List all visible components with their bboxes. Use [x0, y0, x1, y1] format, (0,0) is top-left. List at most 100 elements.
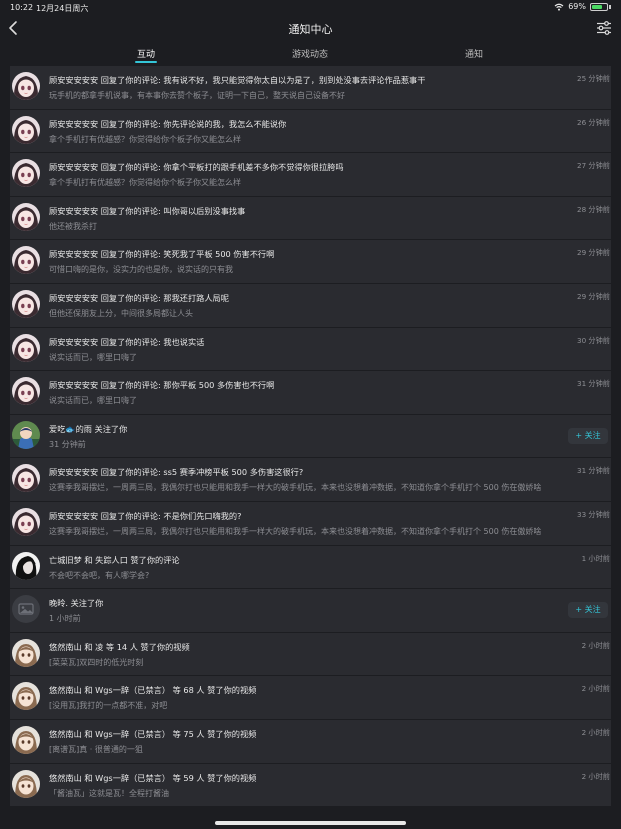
notification-row[interactable]: 晚昤. 关注了你 1 小时前 + 关注	[10, 589, 611, 633]
tab-notice[interactable]: 通知	[465, 47, 483, 60]
notification-title: 顾安安安安安 回复了你的评论: 不是你们先口嗨我的?	[49, 510, 242, 521]
notification-title: 悠然南山 和 Wgs一辞（已禁言） 等 59 人 赞了你的视频	[49, 772, 257, 783]
tab-label: 互动	[136, 50, 156, 60]
avatar[interactable]	[12, 159, 40, 188]
avatar[interactable]	[12, 769, 40, 798]
notification-subtext: 说实话而已，哪里口嗨了	[49, 396, 137, 406]
notification-time: 29 分钟前	[577, 248, 610, 258]
notification-title: 顾安安安安安 回复了你的评论: 那我还打路人局呢	[49, 292, 229, 303]
notification-subtext: 31 分钟前	[49, 439, 86, 449]
notification-subtext: 但他还保朋友上分，中间很多局都让人头	[49, 308, 193, 318]
status-right: 69%	[554, 2, 611, 11]
notification-subtext: 「酱油瓦」这就是瓦！全程打酱油	[49, 788, 169, 798]
status-time: 10:22	[10, 3, 34, 12]
header: 通知中心	[0, 16, 621, 40]
notification-subtext: [没用瓦]我打的一点都不准，对吧	[49, 701, 168, 711]
notification-subtext: [菜菜瓦]双四时的低光时刻	[49, 657, 144, 667]
notification-title: 顾安安安安安 回复了你的评论: 我也说实话	[49, 336, 205, 347]
avatar[interactable]	[12, 725, 40, 754]
notification-title: 顾安安安安安 回复了你的评论: 笑死我了平板 500 伤害不行啊	[49, 249, 275, 260]
notification-row[interactable]: 顾安安安安安 回复了你的评论: 笑死我了平板 500 伤害不行啊 可惜口嗨的是你，…	[10, 240, 611, 284]
notification-subtext: 拿个手机打有优越感？你觉得给你个板子你又能怎么样	[49, 134, 241, 144]
notification-time: 26 分钟前	[577, 117, 610, 127]
tab-label: 游戏动态	[291, 50, 329, 60]
page-title: 通知中心	[288, 23, 333, 36]
tab-active-indicator	[134, 61, 158, 63]
tab-game-updates[interactable]: 游戏动态	[292, 47, 328, 60]
notification-row[interactable]: 悠然南山 和 Wgs一辞（已禁言） 等 68 人 赞了你的视频 [没用瓦]我打的一…	[10, 676, 611, 720]
notification-time: 25 分钟前	[577, 74, 610, 83]
notification-row[interactable]: 悠然南山 和 Wgs一辞（已禁言） 等 75 人 赞了你的视频 [离谱瓦]真 · …	[10, 719, 611, 764]
notification-subtext: 说实话而已，哪里口嗨了	[49, 352, 137, 362]
avatar[interactable]	[12, 289, 40, 318]
notification-time: 33 分钟前	[577, 509, 610, 519]
notification-title: 悠然南山 和 凌 等 14 人 赞了你的视频	[49, 641, 190, 652]
notification-subtext: 他还被我杀打	[49, 221, 97, 231]
avatar[interactable]	[12, 202, 40, 231]
wifi-icon	[554, 3, 564, 11]
notification-row[interactable]: 顾安安安安安 回复了你的评论: 那你平板 500 多伤害也不行啊 说实话而已，哪里…	[10, 371, 611, 415]
notification-title: 顾安安安安安 回复了你的评论: ss5 赛季冲榜平板 500 多伤害这很行?	[49, 467, 304, 478]
avatar[interactable]	[12, 682, 40, 711]
notification-subtext: 玩手机的都拿手机说事，有本事你去赞个板子，证明一下自己，整天说自己设备不好	[49, 91, 345, 100]
notification-row[interactable]: 顾安安安安安 回复了你的评论: 我有说不好，我只能觉得你太自以为是了，别到处没事…	[10, 66, 611, 110]
follow-button[interactable]: + 关注	[568, 427, 608, 444]
avatar[interactable]	[12, 507, 40, 536]
notification-title: 顾安安安安安 回复了你的评论: 叫你哥以后别没事找事	[49, 205, 246, 216]
notification-title: 顾安安安安安 回复了你的评论: 那你平板 500 多伤害也不行啊	[49, 380, 275, 391]
notification-row[interactable]: 顾安安安安安 回复了你的评论: ss5 赛季冲榜平板 500 多伤害这很行? 这赛…	[10, 458, 611, 502]
notification-title: 顾安安安安安 回复了你的评论: 你先评论说的我，我怎么不能说你	[49, 118, 287, 129]
notification-subtext: 拿个手机打有优越感？你觉得给你个板子你又能怎么样	[49, 178, 241, 188]
status-bar: 10:22 12月24日周六 69%	[0, 0, 621, 16]
notification-subtext: 这赛季我哥摆烂，一周两三局，我偶尔打也只能用和我手一样大的破手机玩，本来也没想着…	[49, 483, 542, 493]
battery-icon	[590, 2, 608, 11]
avatar[interactable]	[12, 595, 40, 624]
battery-percent: 69%	[568, 2, 586, 11]
avatar[interactable]	[12, 246, 40, 275]
avatar[interactable]	[12, 638, 40, 667]
notification-row[interactable]: 顾安安安安安 回复了你的评论: 叫你哥以后别没事找事 他还被我杀打 28 分钟前	[10, 196, 611, 241]
notification-time: 1 小时前	[581, 553, 610, 563]
notification-title: 顾安安安安安 回复了你的评论: 你拿个平板打的跟手机差不多你不觉得你很拉胯吗	[49, 162, 344, 173]
follow-button[interactable]: + 关注	[568, 602, 608, 619]
avatar[interactable]	[12, 377, 40, 406]
notification-title: 爱吃🐟的雨 关注了你	[49, 423, 128, 434]
notification-row[interactable]: 顾安安安安安 回复了你的评论: 不是你们先口嗨我的? 这赛季我哥摆烂，一周两三局，…	[10, 501, 611, 546]
sliders-icon[interactable]	[595, 19, 613, 37]
notification-row[interactable]: 爱吃🐟的雨 关注了你 31 分钟前 + 关注	[10, 414, 611, 459]
notification-row[interactable]: 顾安安安安安 回复了你的评论: 你拿个平板打的跟手机差不多你不觉得你很拉胯吗 拿个…	[10, 153, 611, 197]
battery-cap	[609, 4, 611, 9]
avatar[interactable]	[12, 115, 40, 144]
notification-title: 悠然南山 和 Wgs一辞（已禁言） 等 75 人 赞了你的视频	[49, 728, 257, 739]
notification-time: 31 分钟前	[577, 379, 610, 389]
notification-list: 顾安安安安安 回复了你的评论: 我有说不好，我只能觉得你太自以为是了，别到处没事…	[10, 66, 611, 808]
notification-subtext: 这赛季我哥摆烂，一周两三局，我偶尔打也只能用和我手一样大的破手机玩，本来也没想着…	[49, 526, 542, 536]
notification-title: 晚昤. 关注了你	[49, 598, 104, 609]
notification-time: 27 分钟前	[577, 161, 610, 171]
tab-label: 通知	[464, 50, 484, 60]
notification-row[interactable]: 悠然南山 和 Wgs一辞（已禁言） 等 59 人 赞了你的视频 「酱油瓦」这就是瓦…	[10, 763, 611, 808]
notification-row[interactable]: 顾安安安安安 回复了你的评论: 你先评论说的我，我怎么不能说你 拿个手机打有优越感…	[10, 109, 611, 154]
notification-time: 28 分钟前	[577, 204, 610, 214]
notification-row[interactable]: 顾安安安安安 回复了你的评论: 我也说实话 说实话而已，哪里口嗨了 30 分钟前	[10, 327, 611, 372]
notification-time: 31 分钟前	[577, 466, 610, 476]
notification-row[interactable]: 悠然南山 和 凌 等 14 人 赞了你的视频 [菜菜瓦]双四时的低光时刻 2 小时前	[10, 632, 611, 677]
notification-time: 2 小时前	[581, 727, 610, 737]
avatar[interactable]	[12, 551, 40, 580]
notification-time: 2 小时前	[581, 684, 610, 694]
avatar[interactable]	[12, 464, 40, 493]
notification-subtext: 不会吧不会吧，有人哪学会?	[49, 570, 150, 580]
notification-time: 2 小时前	[581, 640, 610, 650]
avatar[interactable]	[12, 420, 40, 449]
notification-row[interactable]: 顾安安安安安 回复了你的评论: 那我还打路人局呢 但他还保朋友上分，中间很多局都让…	[10, 283, 611, 328]
notification-subtext: [离谱瓦]真 · 很普通的一狙	[49, 744, 143, 754]
avatar[interactable]	[12, 72, 40, 100]
notification-title: 亡城旧梦 和 失踪人口 赞了你的评论	[49, 554, 180, 565]
home-indicator[interactable]	[215, 821, 406, 825]
notification-row[interactable]: 亡城旧梦 和 失踪人口 赞了你的评论 不会吧不会吧，有人哪学会? 1 小时前	[10, 545, 611, 590]
notification-time: 30 分钟前	[577, 335, 610, 345]
notification-time: 29 分钟前	[577, 291, 610, 301]
notification-subtext: 1 小时前	[49, 614, 81, 624]
avatar[interactable]	[12, 333, 40, 362]
tab-interaction[interactable]: 互动	[134, 47, 158, 63]
